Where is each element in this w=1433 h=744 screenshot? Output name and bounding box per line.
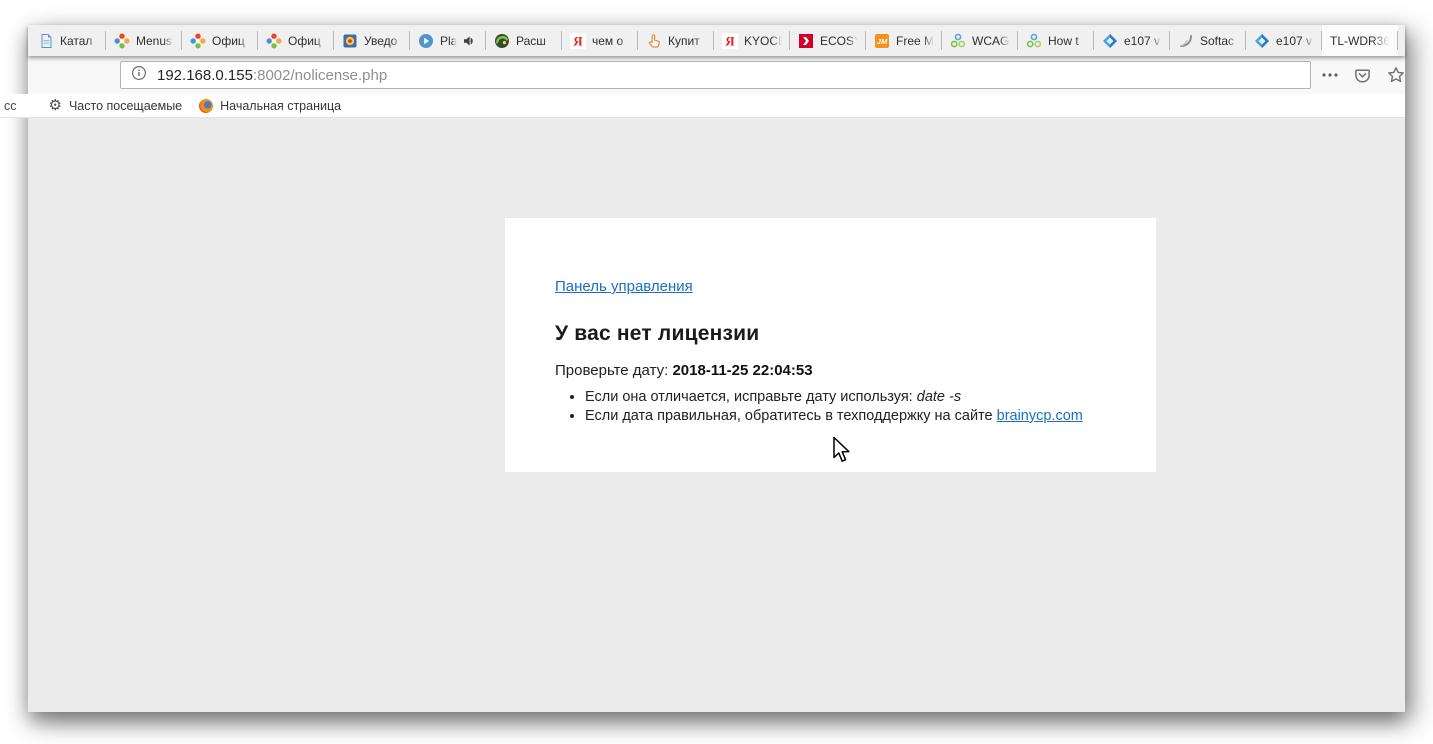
browser-tab[interactable]: Уведо [334, 25, 410, 56]
tab-label: e107 v [1276, 34, 1315, 48]
bookmark-star-icon[interactable] [1387, 66, 1405, 84]
browser-tab[interactable]: Menus [106, 25, 182, 56]
browser-tab[interactable]: Softac [1170, 25, 1246, 56]
browser-tab[interactable]: JM Free M [866, 25, 942, 56]
bookmarks-bar: сс ⚙ Часто посещаемые Начальная страница [0, 94, 1405, 118]
tab-label: Купит [668, 34, 707, 48]
page-viewport: Панель управления У вас нет лицензии Про… [28, 118, 1405, 712]
tri-circles-icon [1026, 33, 1042, 49]
browser-tab[interactable]: e107 v [1094, 25, 1170, 56]
jm-orange-icon: JM [874, 33, 890, 49]
page-title: У вас нет лицензии [555, 322, 1106, 346]
url-input[interactable]: 192.168.0.155:8002/nolicense.php [120, 61, 1311, 89]
yandex-icon: Я [570, 33, 586, 49]
url-text: 192.168.0.155:8002/nolicense.php [157, 67, 387, 84]
bookmark-item-frequent[interactable]: ⚙ Часто посещаемые [49, 98, 183, 113]
navigation-toolbar: 192.168.0.155:8002/nolicense.php [28, 56, 1405, 94]
date-command: date -s [917, 389, 961, 405]
tab-label: Расш [516, 34, 555, 48]
browser-tab[interactable]: Ячем о [562, 25, 638, 56]
license-error-card: Панель управления У вас нет лицензии Про… [505, 218, 1156, 472]
tab-label: TL-WDR36 [1330, 34, 1391, 48]
site-info-icon[interactable] [131, 65, 147, 86]
svg-text:JM: JM [877, 37, 888, 46]
browser-window: Катал Menus Офиц Офиц Уведо Pla Расш Ячем о Купи… [28, 25, 1405, 712]
tab-label: Free M [896, 34, 935, 48]
browser-tab[interactable]: Расш [486, 25, 562, 56]
catalog-doc-icon [38, 33, 54, 49]
tab-label: Офиц [288, 34, 327, 48]
check-date-line: Проверьте дату: 2018-11-25 22:04:53 [555, 362, 1106, 379]
svg-text:Я: Я [573, 33, 583, 48]
browser-tab[interactable]: WCAG [942, 25, 1018, 56]
tab-label: Уведо [364, 34, 403, 48]
tab-label: Офиц [212, 34, 251, 48]
tab-audio-icon[interactable] [463, 35, 475, 47]
browser-tab[interactable]: ECOSY [790, 25, 866, 56]
bookmark-label: Часто посещаемые [69, 99, 182, 113]
browser-tab[interactable]: e107 v [1246, 25, 1322, 56]
yandex-icon: Я [722, 33, 738, 49]
tab-strip: Катал Menus Офиц Офиц Уведо Pla Расш Ячем о Купи… [28, 25, 1405, 56]
browser-tab[interactable]: Офиц [258, 25, 334, 56]
tab-label: WCAG [972, 34, 1011, 48]
tri-circles-icon [950, 33, 966, 49]
tab-label: Softac [1200, 34, 1239, 48]
tab-label: ECOSY [820, 34, 859, 48]
tab-label: Pla [440, 34, 457, 48]
e107-diamond-icon [1254, 33, 1270, 49]
list-item: Если дата правильная, обратитесь в техпо… [585, 407, 1106, 426]
browser-tab[interactable]: TL-WDR36 [1322, 25, 1398, 56]
mvd-badge-icon [342, 33, 358, 49]
bookmark-label: Начальная страница [220, 99, 341, 113]
joomla-icon [190, 33, 206, 49]
page-actions-icon[interactable] [1322, 73, 1338, 77]
gear-icon: ⚙ [49, 98, 62, 113]
tab-label: чем о [592, 34, 631, 48]
tab-label: Катал [60, 34, 99, 48]
bookmark-item-home[interactable]: Начальная страница [199, 99, 341, 113]
tab-label: KYOCE [744, 34, 783, 48]
extensions-green-icon [494, 33, 510, 49]
play-circle-icon [418, 33, 434, 49]
control-panel-link[interactable]: Панель управления [555, 278, 693, 295]
date-value: 2018-11-25 22:04:53 [672, 362, 812, 379]
list-item: Если она отличается, исправьте дату испо… [585, 388, 1106, 407]
browser-tab[interactable]: Я KYOCE [714, 25, 790, 56]
browser-tab[interactable]: Катал [30, 25, 106, 56]
joomla-icon [114, 33, 130, 49]
tab-label: Menus [136, 34, 175, 48]
browser-tab[interactable]: How t [1018, 25, 1094, 56]
clipped-bookmark-label[interactable]: сс [4, 99, 17, 113]
brainycp-link[interactable]: brainycp.com [997, 408, 1083, 424]
hand-cursor-icon [646, 33, 662, 49]
browser-tab[interactable]: Pla [410, 25, 486, 56]
kyocera-red-icon [798, 33, 814, 49]
joomla-icon [266, 33, 282, 49]
instructions-list: Если она отличается, исправьте дату испо… [555, 388, 1106, 425]
tab-label: e107 v [1124, 34, 1163, 48]
browser-tab[interactable]: Купит [638, 25, 714, 56]
browser-tab[interactable]: Офиц [182, 25, 258, 56]
svg-text:Я: Я [725, 33, 735, 48]
tab-label: How t [1048, 34, 1087, 48]
firefox-icon [199, 99, 213, 113]
pocket-icon[interactable] [1354, 67, 1371, 84]
softaculous-icon [1178, 33, 1194, 49]
e107-diamond-icon [1102, 33, 1118, 49]
